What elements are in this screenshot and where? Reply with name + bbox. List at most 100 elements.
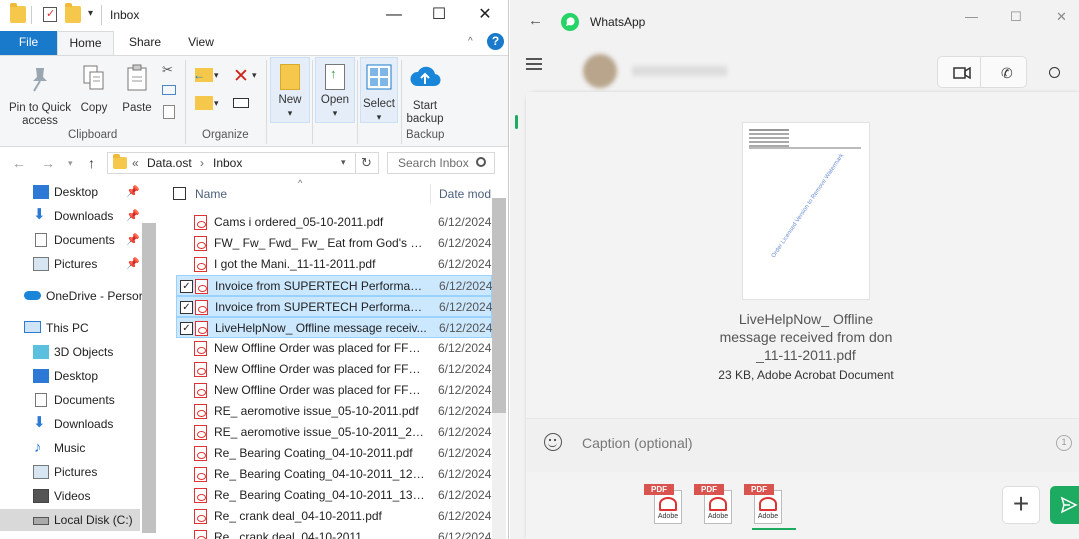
back-arrow-icon[interactable]: ← [528, 12, 543, 29]
file-row[interactable]: Re_ crank deal_04-10-2011.pdf 6/12/2024 [176, 506, 492, 527]
customize-quick-access-icon[interactable]: ▾ [88, 8, 93, 19]
help-icon[interactable]: ? [487, 33, 504, 50]
documents-icon [35, 393, 47, 407]
cut-icon[interactable]: ✂ [162, 62, 173, 78]
file-date: 6/12/2024 [438, 446, 492, 460]
back-arrow-icon[interactable]: ← [12, 155, 26, 171]
select-grid-icon [366, 64, 392, 90]
address-dropdown-icon[interactable]: ▾ [341, 157, 346, 168]
search-icon[interactable] [1049, 67, 1060, 78]
file-date: 6/12/2024 [438, 236, 492, 250]
breadcrumb-data-ost[interactable]: Data.ost [147, 156, 192, 170]
start-backup-button[interactable]: Start backup [402, 62, 448, 126]
tab-view[interactable]: View [174, 31, 228, 55]
tab-share[interactable]: Share [118, 31, 172, 55]
menu-icon[interactable] [526, 63, 542, 65]
paste-button[interactable]: Paste [118, 64, 156, 115]
file-row[interactable]: Cams i ordered_05-10-2011.pdf 6/12/2024 [176, 212, 492, 233]
file-row[interactable]: New Offline Order was placed for FFW... 6… [176, 338, 492, 359]
file-row[interactable]: FW_ Fw_ Fwd_ Fw_ Eat from God's gar... 6/… [176, 233, 492, 254]
maximize-button[interactable]: ☐ [1010, 9, 1022, 25]
copy-to-icon[interactable] [195, 96, 213, 110]
delete-icon[interactable]: ✕ [233, 65, 249, 88]
close-button[interactable]: ✕ [462, 0, 508, 31]
attachment-thumb-2[interactable]: Adobe PDF [694, 484, 736, 526]
send-button[interactable] [1050, 486, 1079, 524]
voice-call-icon[interactable]: ✆ [1001, 65, 1013, 82]
column-name[interactable]: Name [195, 187, 227, 201]
nav-scrollbar[interactable] [142, 223, 156, 533]
row-checkbox[interactable]: ✓ [180, 301, 193, 314]
rename-icon[interactable] [233, 98, 249, 108]
file-date: 6/12/2024 [438, 425, 492, 439]
tab-home[interactable]: Home [57, 31, 114, 56]
minimize-button[interactable]: — [965, 9, 978, 24]
forward-arrow-icon[interactable]: → [41, 155, 55, 171]
paste-shortcut-icon[interactable] [163, 105, 175, 119]
new-folder-icon [280, 64, 300, 90]
close-button[interactable]: ✕ [1056, 9, 1067, 25]
ribbon: Pin to Quick access Copy Paste ✂ Clipboa… [0, 55, 508, 147]
file-row[interactable]: Re_ crank deal_04-10-2011... 6/12/2024 [176, 527, 492, 539]
file-row[interactable]: Re_ Bearing Coating_04-10-2011_12.pdf 6/1… [176, 464, 492, 485]
copy-path-icon[interactable] [162, 85, 176, 95]
file-list-pane: ^ Name Date mod Cams i ordered_05-10-201… [160, 178, 508, 539]
video-call-icon[interactable] [953, 67, 971, 79]
collapse-ribbon-icon[interactable]: ^ [468, 36, 473, 47]
select-button[interactable]: Select ▾ [358, 64, 400, 124]
file-row[interactable]: RE_ aeromotive issue_05-10-2011.pdf 6/12/… [176, 401, 492, 422]
file-scrollbar-thumb[interactable] [492, 198, 506, 413]
column-date-modified[interactable]: Date mod [439, 187, 491, 201]
file-name: FW_ Fw_ Fwd_ Fw_ Eat from God's gar... [214, 236, 426, 250]
nav-local-disk[interactable]: Local Disk (C:) [0, 509, 140, 531]
file-date: 6/12/2024 [438, 530, 492, 539]
pdf-file-icon [194, 425, 207, 440]
up-arrow-icon[interactable]: ↑ [88, 155, 95, 171]
open-button[interactable]: ↑ Open ▾ [315, 64, 355, 120]
pdf-file-icon [194, 383, 207, 398]
new-folder-icon[interactable] [65, 3, 81, 23]
minimize-button[interactable]: — [371, 0, 417, 31]
attachment-thumb-1[interactable]: Adobe PDF [644, 484, 686, 526]
computer-icon [24, 321, 41, 333]
file-row[interactable]: RE_ aeromotive issue_05-10-2011_24.pdf 6/… [176, 422, 492, 443]
properties-icon[interactable]: ✓ [43, 7, 57, 22]
file-row[interactable]: New Offline Order was placed for FFW... 6… [176, 380, 492, 401]
emoji-icon[interactable] [544, 433, 562, 451]
video-icon [33, 489, 49, 503]
breadcrumb-inbox[interactable]: Inbox [213, 156, 242, 170]
file-row[interactable]: ✓ LiveHelpNow_ Offline message receiv... 6… [176, 317, 492, 338]
recent-locations-icon[interactable]: ▾ [68, 158, 73, 169]
avatar[interactable] [583, 54, 617, 88]
view-once-icon[interactable]: 1 [1056, 435, 1072, 451]
file-row[interactable]: Re_ Bearing Coating_04-10-2011_13.pdf 6/1… [176, 485, 492, 506]
row-checkbox[interactable]: ✓ [180, 322, 193, 335]
add-attachment-button[interactable]: + [1002, 486, 1040, 524]
new-button[interactable]: New ▾ [270, 64, 310, 120]
app-title: WhatsApp [590, 15, 646, 29]
pin-icon: 📌 [126, 210, 140, 222]
group-label-backup: Backup [406, 129, 445, 141]
pictures-icon [33, 465, 49, 479]
tab-file[interactable]: File [0, 31, 57, 55]
separator [31, 6, 32, 24]
file-row[interactable]: ✓ Invoice from SUPERTECH Performanc... 6/1… [176, 275, 492, 296]
pin-to-quick-access-button[interactable]: Pin to Quick access [4, 64, 76, 128]
refresh-icon[interactable]: ↻ [361, 155, 372, 171]
file-name: Invoice from SUPERTECH Performanc... [215, 279, 427, 293]
file-row[interactable]: ✓ Invoice from SUPERTECH Performanc... 6/1… [176, 296, 492, 317]
attachment-thumb-3-selected[interactable]: Adobe PDF [744, 484, 786, 526]
file-date: 6/12/2024 [438, 488, 492, 502]
move-to-icon[interactable]: ← [193, 68, 213, 82]
maximize-button[interactable]: ☐ [416, 0, 462, 31]
copy-button[interactable]: Copy [76, 64, 112, 115]
file-row[interactable]: Re_ Bearing Coating_04-10-2011.pdf 6/12/2… [176, 443, 492, 464]
address-box[interactable]: « Data.ost › Inbox ▾ ↻ [107, 152, 379, 174]
row-checkbox[interactable]: ✓ [180, 280, 193, 293]
select-all-checkbox[interactable] [173, 187, 186, 200]
file-row[interactable]: New Offline Order was placed for FFW... 6… [176, 359, 492, 380]
caption-input[interactable]: Caption (optional) [582, 435, 693, 451]
pin-icon: 📌 [126, 234, 140, 246]
call-buttons-group [937, 56, 1027, 88]
file-row[interactable]: I got the Mani._11-11-2011.pdf 6/12/2024 [176, 254, 492, 275]
